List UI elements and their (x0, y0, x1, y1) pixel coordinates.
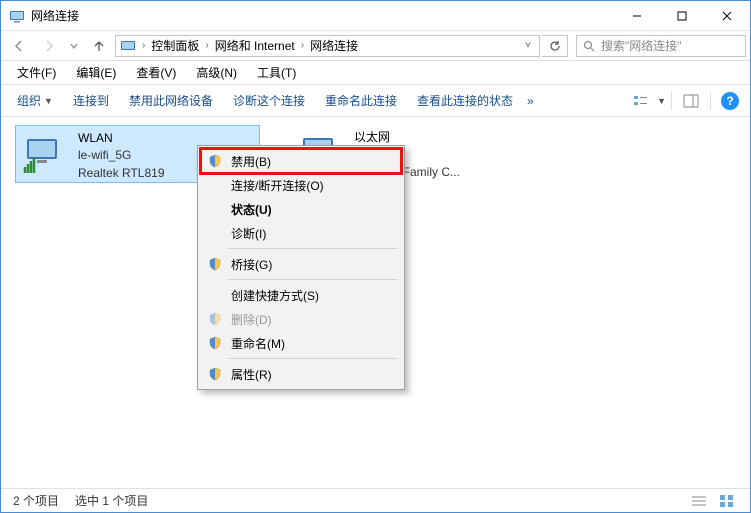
ctx-disable[interactable]: 禁用(B) (201, 149, 401, 173)
connection-adapter: Realtek RTL819 (78, 165, 165, 182)
separator (229, 279, 397, 280)
chevron-right-icon: › (203, 40, 210, 51)
menu-edit[interactable]: 编辑(E) (66, 62, 126, 83)
minimize-button[interactable] (614, 1, 659, 31)
preview-pane-button[interactable] (677, 89, 705, 113)
search-icon (583, 40, 595, 52)
view-status-button[interactable]: 查看此连接的状态 (407, 89, 523, 112)
app-icon (9, 8, 25, 24)
menu-tools[interactable]: 工具(T) (247, 62, 306, 83)
maximize-button[interactable] (659, 1, 704, 31)
shield-icon (207, 256, 223, 272)
separator (229, 358, 397, 359)
close-button[interactable] (704, 1, 750, 31)
menu-view[interactable]: 查看(V) (126, 62, 186, 83)
help-button[interactable]: ? (716, 89, 744, 113)
titlebar: 网络连接 (1, 1, 750, 31)
ctx-delete: 删除(D) (201, 307, 401, 331)
ctx-bridge[interactable]: 桥接(G) (201, 252, 401, 276)
connection-name: 以太网 (354, 129, 460, 146)
history-dropdown[interactable] (65, 34, 83, 58)
ctx-rename[interactable]: 重命名(M) (201, 331, 401, 355)
toolbar: 组织▼ 连接到 禁用此网络设备 诊断这个连接 重命名此连接 查看此连接的状态 »… (1, 85, 750, 117)
forward-button[interactable] (35, 34, 63, 58)
separator (710, 92, 711, 110)
menu-file[interactable]: 文件(F) (7, 62, 66, 83)
wlan-icon (22, 130, 70, 178)
shield-icon (207, 366, 223, 382)
organize-button[interactable]: 组织▼ (7, 89, 63, 112)
context-menu: 禁用(B) 连接/断开连接(O) 状态(U) 诊断(I) 桥接(G) 创建快捷方… (197, 145, 405, 390)
statusbar: 2 个项目 选中 1 个项目 (1, 488, 750, 512)
ctx-shortcut[interactable]: 创建快捷方式(S) (201, 283, 401, 307)
shield-icon (207, 335, 223, 351)
breadcrumb-item[interactable]: 网络和 Internet (215, 37, 295, 54)
rename-button[interactable]: 重命名此连接 (315, 89, 407, 112)
diagnose-button[interactable]: 诊断这个连接 (223, 89, 315, 112)
separator (229, 248, 397, 249)
address-row: › 控制面板 › 网络和 Internet › 网络连接 ˅ 搜索"网络连接" (1, 31, 750, 61)
address-icon (120, 38, 136, 54)
shield-icon (207, 311, 223, 327)
menu-advanced[interactable]: 高级(N) (186, 62, 247, 83)
connection-text: WLAN le-wifi_5G Realtek RTL819 (78, 130, 165, 182)
ctx-connect[interactable]: 连接/断开连接(O) (201, 173, 401, 197)
connection-name: WLAN (78, 130, 165, 147)
connect-to-button[interactable]: 连接到 (63, 89, 119, 112)
ctx-properties[interactable]: 属性(R) (201, 362, 401, 386)
shield-icon (207, 153, 223, 169)
menubar: 文件(F) 编辑(E) 查看(V) 高级(N) 工具(T) (1, 61, 750, 85)
address-bar[interactable]: › 控制面板 › 网络和 Internet › 网络连接 ˅ (115, 35, 540, 57)
view-layout-button[interactable] (627, 89, 655, 113)
refresh-button[interactable] (542, 35, 568, 57)
help-icon: ? (721, 92, 739, 110)
disable-device-button[interactable]: 禁用此网络设备 (119, 89, 223, 112)
status-selected: 选中 1 个项目 (75, 492, 148, 509)
breadcrumb-item[interactable]: 网络连接 (310, 37, 358, 54)
breadcrumb-item[interactable]: 控制面板 (151, 37, 199, 54)
chevron-down-icon[interactable]: ▼ (657, 96, 666, 106)
up-button[interactable] (85, 34, 113, 58)
search-input[interactable]: 搜索"网络连接" (576, 35, 746, 57)
chevron-down-icon: ▼ (44, 96, 53, 106)
back-button[interactable] (5, 34, 33, 58)
status-item-count: 2 个项目 (13, 492, 59, 509)
address-dropdown-icon[interactable]: ˅ (521, 40, 535, 51)
separator (671, 92, 672, 110)
connection-status: le-wifi_5G (78, 147, 165, 164)
search-placeholder: 搜索"网络连接" (601, 37, 682, 54)
details-view-button[interactable] (688, 492, 710, 510)
more-button[interactable]: » (523, 91, 538, 111)
icons-view-button[interactable] (716, 492, 738, 510)
ctx-diagnose[interactable]: 诊断(I) (201, 221, 401, 245)
ctx-status[interactable]: 状态(U) (201, 197, 401, 221)
chevron-right-icon: › (299, 40, 306, 51)
window-title: 网络连接 (31, 7, 614, 24)
chevron-right-icon: › (140, 40, 147, 51)
